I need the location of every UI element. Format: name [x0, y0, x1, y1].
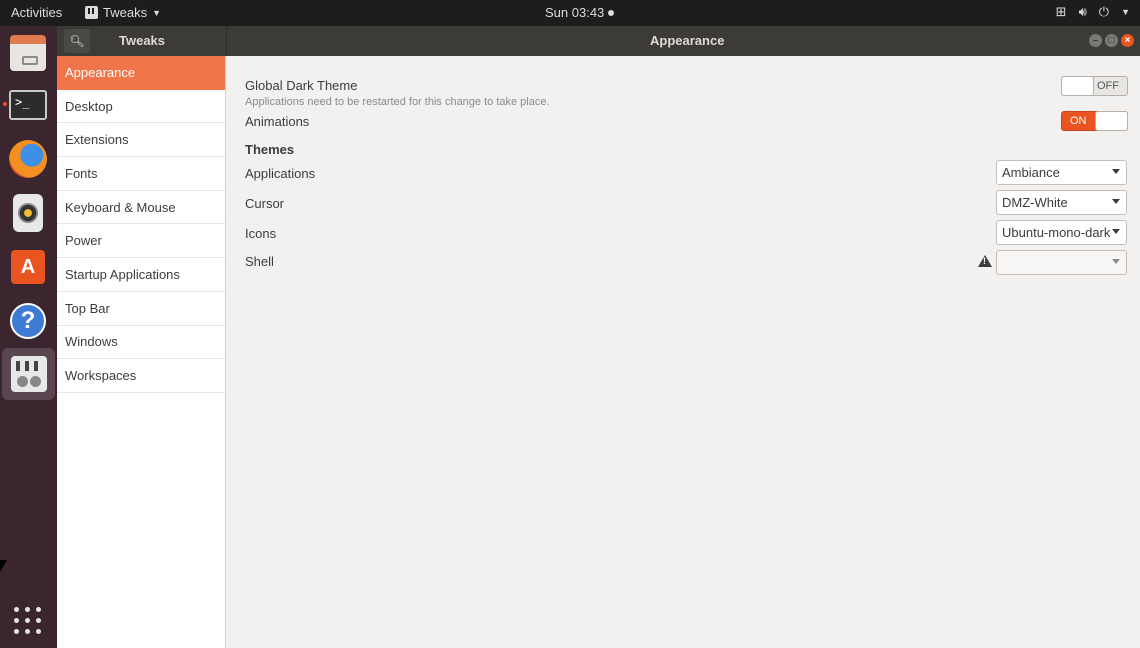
sidebar-item-fonts[interactable]: Fonts — [57, 157, 225, 191]
dock-files[interactable] — [7, 32, 49, 74]
tweaks-app-icon — [85, 6, 98, 19]
firefox-icon — [9, 140, 47, 178]
global-dark-theme-label: Global Dark Theme — [245, 78, 358, 93]
close-button[interactable]: × — [1121, 34, 1134, 47]
cursor-theme-value: DMZ-White — [1002, 195, 1068, 210]
app-grid-icon — [14, 607, 42, 635]
dock-firefox[interactable] — [7, 138, 49, 180]
dock-tweaks[interactable] — [2, 348, 55, 400]
cursor-theme-label: Cursor — [245, 196, 285, 211]
show-applications-button[interactable] — [7, 600, 49, 642]
header-divider — [226, 26, 227, 56]
help-icon: ? — [10, 303, 46, 339]
sidebar-item-startup-applications[interactable]: Startup Applications — [57, 258, 225, 292]
icons-theme-label: Icons — [245, 226, 277, 241]
maximize-button[interactable]: □ — [1105, 34, 1118, 47]
dock-software-store[interactable]: A — [7, 246, 49, 288]
appearance-panel: Global Dark Theme Applications need to b… — [227, 56, 1140, 648]
global-dark-theme-switch[interactable]: OFF — [1061, 76, 1128, 96]
global-dark-theme-hint: Applications need to be restarted for th… — [245, 96, 550, 108]
sidebar-title: Tweaks — [119, 33, 166, 48]
system-tray[interactable]: ⊞ 🔊︎ ⏻ ▼ — [1056, 4, 1130, 20]
app-menu[interactable]: Tweaks ▼ — [85, 5, 161, 20]
tweaks-icon — [10, 356, 47, 392]
power-icon: ⏻ — [1098, 4, 1110, 19]
page-title: Appearance — [650, 33, 725, 48]
chevron-down-icon: ▼ — [1121, 7, 1130, 17]
rhythmbox-icon — [13, 194, 43, 232]
warning-icon — [978, 255, 992, 267]
animations-switch[interactable]: ON — [1061, 111, 1128, 131]
switch-state-label: ON — [1070, 115, 1087, 127]
sidebar-item-top-bar[interactable]: Top Bar — [57, 292, 225, 326]
dropdown-arrow-icon — [1112, 229, 1120, 234]
dock-help[interactable]: ? — [7, 300, 49, 342]
sidebar: Appearance Desktop Extensions Fonts Keyb… — [57, 56, 226, 648]
dock: >_ A ? — [0, 26, 57, 648]
shell-theme-select[interactable] — [996, 250, 1127, 275]
dropdown-arrow-icon — [1112, 199, 1120, 204]
app-menu-label: Tweaks — [103, 5, 148, 20]
animations-label: Animations — [245, 114, 310, 129]
cursor-theme-select[interactable]: DMZ-White — [996, 190, 1127, 215]
dropdown-arrow-icon — [1112, 169, 1120, 174]
chevron-down-icon: ▼ — [152, 7, 161, 18]
dock-rhythmbox[interactable] — [7, 192, 49, 234]
shell-theme-label: Shell — [245, 254, 274, 269]
window-controls: – □ × — [1089, 34, 1134, 47]
sidebar-item-windows[interactable]: Windows — [57, 326, 225, 360]
files-icon — [10, 35, 46, 71]
dock-terminal[interactable]: >_ — [7, 84, 49, 126]
sidebar-item-appearance[interactable]: Appearance — [57, 56, 225, 90]
sidebar-item-workspaces[interactable]: Workspaces — [57, 359, 225, 393]
sidebar-item-desktop[interactable]: Desktop — [57, 90, 225, 124]
terminal-icon: >_ — [9, 90, 47, 120]
clock[interactable]: Sun 03:43 — [545, 5, 615, 20]
mouse-cursor-icon — [0, 560, 7, 572]
search-button[interactable]: 🔍︎ — [64, 29, 90, 53]
network-icon: ⊞ — [1055, 4, 1067, 19]
switch-knob — [1061, 76, 1094, 96]
sidebar-item-extensions[interactable]: Extensions — [57, 123, 225, 158]
switch-knob — [1095, 111, 1128, 131]
applications-theme-label: Applications — [245, 166, 316, 181]
notification-dot-icon — [608, 9, 615, 16]
volume-icon: 🔊︎ — [1078, 4, 1087, 19]
activities-button[interactable]: Activities — [11, 5, 62, 20]
applications-theme-value: Ambiance — [1002, 165, 1060, 180]
software-store-icon: A — [11, 250, 45, 284]
sidebar-item-power[interactable]: Power — [57, 224, 225, 259]
applications-theme-select[interactable]: Ambiance — [996, 160, 1127, 185]
clock-label: Sun 03:43 — [545, 5, 605, 20]
icons-theme-select[interactable]: Ubuntu-mono-dark — [996, 220, 1127, 245]
top-bar: Activities Tweaks ▼ Sun 03:43 ⊞ 🔊︎ ⏻ ▼ — [0, 0, 1140, 26]
search-icon: 🔍︎ — [69, 34, 85, 48]
header-bar: 🔍︎ Tweaks Appearance – □ × — [57, 26, 1140, 56]
minimize-button[interactable]: – — [1089, 34, 1102, 47]
sidebar-item-keyboard-mouse[interactable]: Keyboard & Mouse — [57, 191, 225, 225]
themes-heading: Themes — [245, 142, 295, 157]
icons-theme-value: Ubuntu-mono-dark — [1002, 225, 1111, 240]
switch-state-label: OFF — [1097, 80, 1119, 92]
dropdown-arrow-icon — [1112, 259, 1120, 264]
